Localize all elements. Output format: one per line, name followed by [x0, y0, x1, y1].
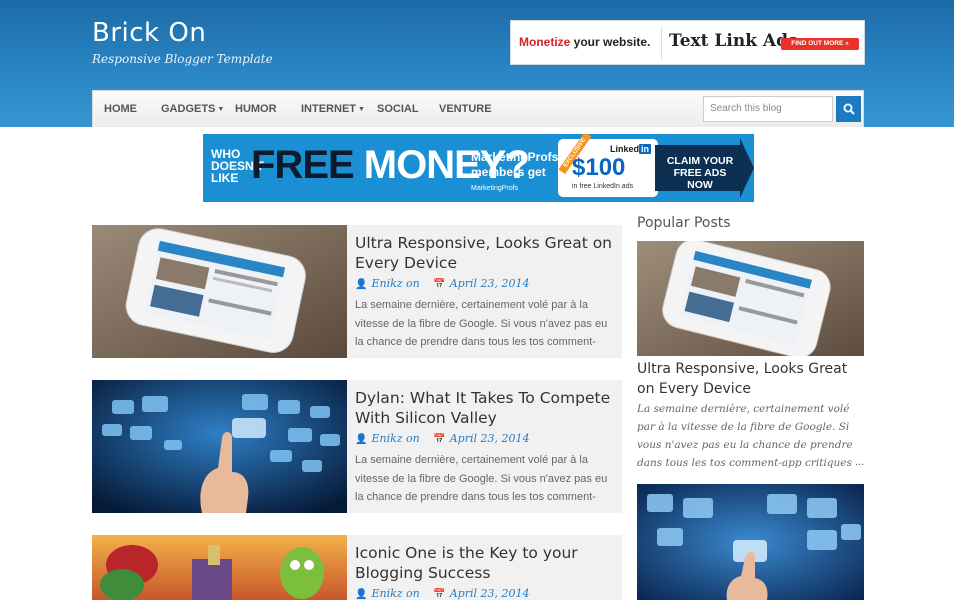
post-thumbnail-phone[interactable]: [92, 225, 347, 358]
nav-item-gadgets[interactable]: GADGETS ▼: [161, 91, 224, 128]
search-input[interactable]: Search this blog: [703, 96, 833, 122]
post-date[interactable]: April 23, 2014: [450, 432, 530, 445]
search-button[interactable]: [836, 96, 861, 122]
user-icon: 👤: [355, 589, 368, 600]
nav-item-home[interactable]: HOME: [104, 91, 137, 128]
nav-item-social[interactable]: SOCIAL: [377, 91, 419, 128]
calendar-icon: 📅: [433, 589, 446, 600]
main-nav: HOME GADGETS ▼ HUMOR INTERNET ▼ SOCIAL VEN…: [92, 90, 864, 127]
ad-divider: [661, 27, 662, 60]
popular-post-excerpt: La semaine dernière, certainement volé p…: [637, 403, 853, 469]
claim-arrow-tip: [740, 138, 754, 198]
linkedin-logo: Linked in: [610, 144, 652, 154]
offer-note: in free LinkedIn ads: [572, 183, 634, 190]
post-date[interactable]: April 23, 2014: [450, 587, 530, 600]
nav-item-internet[interactable]: INTERNET ▼: [301, 91, 365, 128]
post-title[interactable]: Iconic One is the Key to your Blogging S…: [355, 543, 613, 583]
popular-post-thumbnail-touchscreen[interactable]: [637, 484, 864, 600]
post-author[interactable]: Enikz on: [371, 432, 419, 445]
post-card: Ultra Responsive, Looks Great on Every D…: [92, 225, 622, 358]
nav-item-humor[interactable]: HUMOR: [235, 91, 277, 128]
post-thumbnail-game[interactable]: [92, 535, 347, 600]
post-title[interactable]: Dylan: What It Takes To Compete With Sil…: [355, 388, 613, 428]
marketingprofs-banner-ad[interactable]: WHO DOESN'T LIKE FREE MONEY? MarketingPr…: [203, 134, 754, 202]
calendar-icon: 📅: [433, 279, 446, 290]
search-icon: [843, 103, 855, 115]
popular-post-title[interactable]: Ultra Responsive, Looks Great on Every D…: [637, 359, 864, 399]
post-author[interactable]: Enikz on: [371, 277, 419, 290]
ad-brand: Text Link Ads: [669, 31, 798, 51]
post-title[interactable]: Ultra Responsive, Looks Great on Every D…: [355, 233, 613, 273]
post-excerpt: La semaine dernière, certainement volé p…: [355, 299, 608, 348]
post-excerpt: La semaine dernière, certainement volé p…: [355, 454, 608, 503]
post-card: Iconic One is the Key to your Blogging S…: [92, 535, 622, 600]
offer-amount: $100: [572, 154, 626, 181]
claim-ads-button[interactable]: CLAIM YOUR FREE ADS NOW: [663, 155, 737, 191]
popular-post-ellipsis: ...: [852, 456, 865, 468]
post-author[interactable]: Enikz on: [371, 587, 419, 600]
popular-post-thumbnail-phone[interactable]: [637, 241, 864, 356]
ad-tagline: Monetize your website.: [519, 35, 651, 49]
post-thumbnail-touchscreen[interactable]: [92, 380, 347, 513]
banner-who-text: WHO DOESN'T LIKE: [211, 147, 264, 185]
calendar-icon: 📅: [433, 434, 446, 445]
post-date[interactable]: April 23, 2014: [450, 277, 530, 290]
chevron-down-icon: ▼: [358, 106, 365, 113]
user-icon: 👤: [355, 434, 368, 445]
user-icon: 👤: [355, 279, 368, 290]
chevron-down-icon: ▼: [217, 106, 225, 113]
post-card: Dylan: What It Takes To Compete With Sil…: [92, 380, 622, 513]
ad-find-out-more-button[interactable]: FIND OUT MORE »: [781, 38, 859, 50]
header-ad[interactable]: Monetize your website. Text Link Ads FIN…: [510, 20, 865, 65]
site-subtitle: Responsive Blogger Template: [92, 52, 273, 66]
post-meta: 👤 Enikz on 📅 April 23, 2014: [355, 432, 529, 445]
popular-posts-heading: Popular Posts: [637, 215, 731, 231]
post-meta: 👤 Enikz on 📅 April 23, 2014: [355, 277, 529, 290]
nav-item-venture[interactable]: VENTURE: [439, 91, 492, 128]
banner-offer-text: MarketingProfs members get MarketingProfs: [471, 150, 559, 192]
post-meta: 👤 Enikz on 📅 April 23, 2014: [355, 587, 529, 600]
site-title[interactable]: Brick On: [92, 18, 206, 48]
banner-offer-card: EXCLUSIVE Linked in $100 in free LinkedIn…: [558, 134, 658, 197]
